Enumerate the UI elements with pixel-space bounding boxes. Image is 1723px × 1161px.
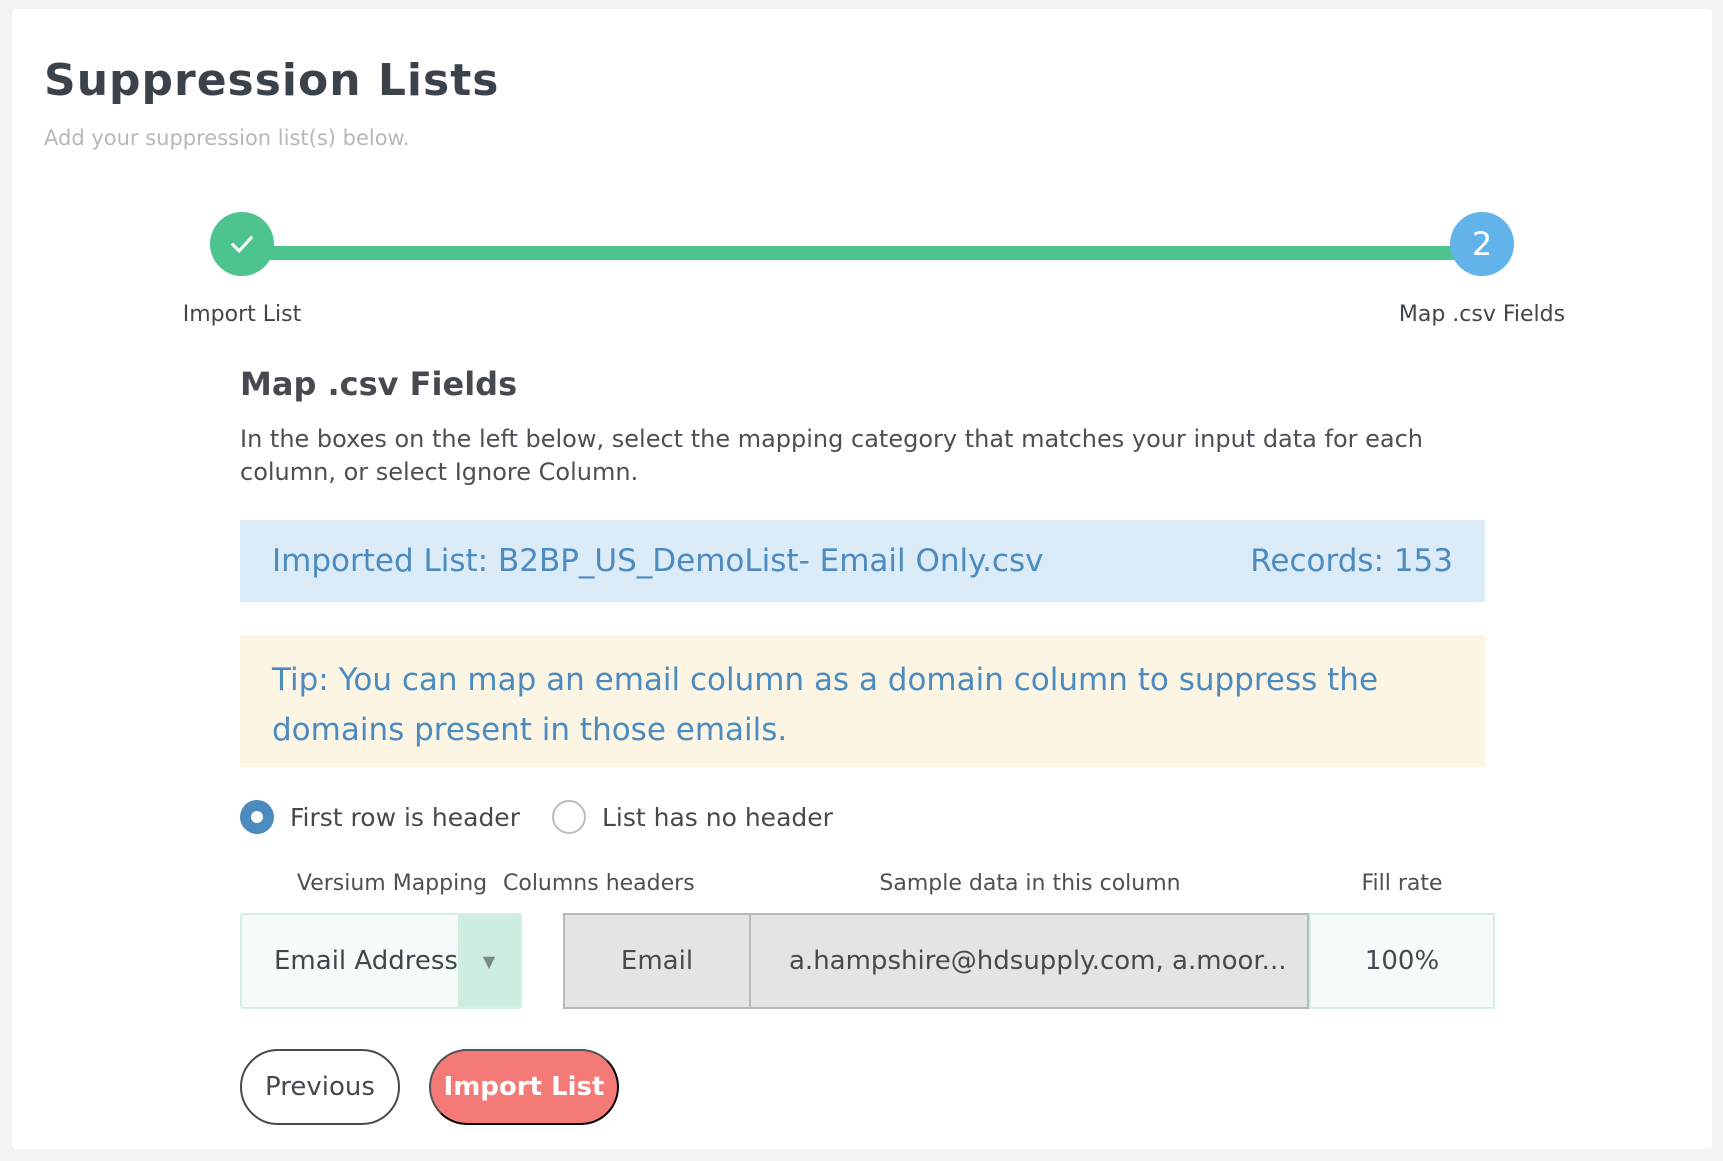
no-header-radio[interactable] [551,800,586,834]
column-header-sample: Sample data in this column [879,871,1181,896]
import-list-button[interactable]: Import List [429,1049,619,1125]
section-title: Map .csv Fields [240,365,518,403]
step-2-active-circle: 2 [1450,212,1514,276]
stepper-progress-line [240,246,1480,260]
mapping-select-value[interactable]: Email Address [242,915,458,1007]
no-header-label[interactable]: List has no header [602,803,833,832]
header-option-group: First row is header List has no header [240,800,865,834]
imported-list-banner: Imported List: B2BP_US_DemoList- Email O… [240,520,1485,602]
column-data-row: Email a.hampshire@hdsupply.com, a.moor..… [563,913,1309,1009]
column-header-mapping: Versium Mapping [296,871,488,896]
step-2-label: Map .csv Fields [1398,302,1566,327]
column-header-fill-rate: Fill rate [1361,871,1443,896]
previous-button[interactable]: Previous [240,1049,400,1125]
column-header-value: Email [565,915,751,1007]
page-title: Suppression Lists [44,55,500,106]
column-header-columns: Columns headers [503,871,695,896]
mapping-select[interactable]: Email Address ▼ [240,913,522,1009]
first-row-header-radio[interactable] [240,800,274,834]
step-1-label: Import List [182,302,302,327]
first-row-header-label[interactable]: First row is header [290,803,520,832]
imported-list-name: Imported List: B2BP_US_DemoList- Email O… [272,543,1044,579]
step-1-complete-circle [210,212,274,276]
tip-banner: Tip: You can map an email column as a do… [240,635,1485,767]
sample-data-value: a.hampshire@hdsupply.com, a.moor... [789,946,1287,976]
chevron-down-icon[interactable]: ▼ [458,915,520,1007]
fill-rate-value: 100% [1309,913,1495,1009]
page-subtitle: Add your suppression list(s) below. [44,126,410,150]
records-count: Records: 153 [1250,543,1453,579]
check-icon [231,236,253,253]
main-card: Suppression Lists Add your suppression l… [12,9,1712,1149]
instructions-text: In the boxes on the left below, select t… [240,425,1424,486]
tip-text: Tip: You can map an email column as a do… [272,662,1379,748]
